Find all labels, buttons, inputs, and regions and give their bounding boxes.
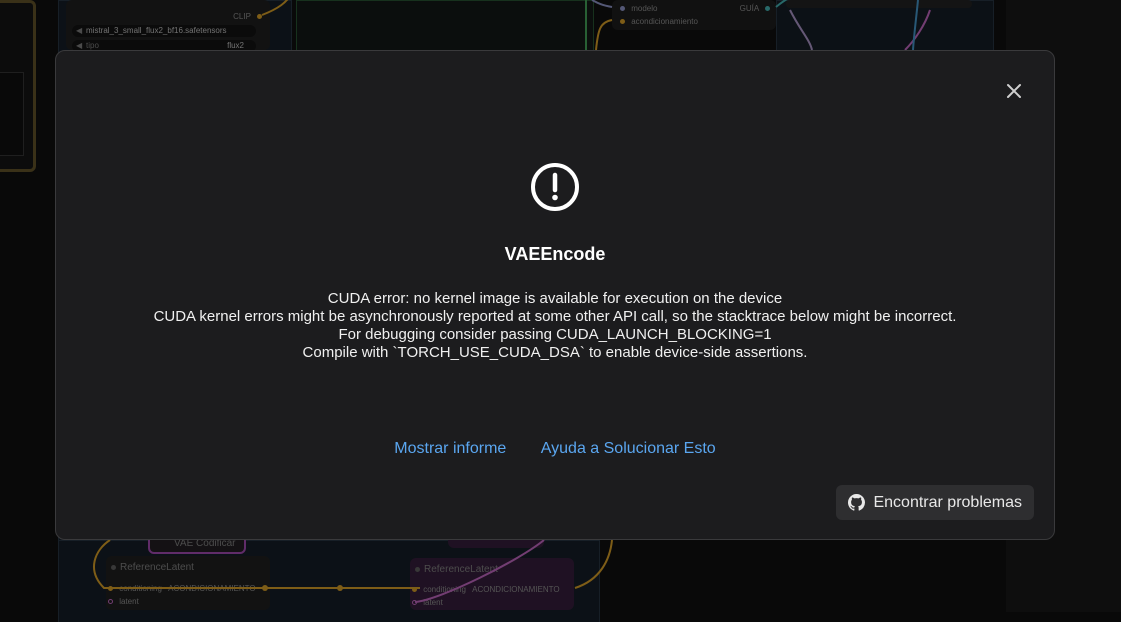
error-dialog: VAEEncode CUDA error: no kernel image is…	[55, 50, 1055, 540]
find-issues-button[interactable]: Encontrar problemas	[836, 485, 1034, 520]
error-message-line: For debugging consider passing CUDA_LAUN…	[338, 326, 772, 343]
error-message-line: CUDA error: no kernel image is available…	[327, 290, 783, 307]
alert-circle-icon	[531, 163, 579, 211]
find-issues-label: Encontrar problemas	[873, 494, 1022, 511]
show-report-link[interactable]: Mostrar informe	[394, 440, 506, 457]
error-title: VAEEncode	[504, 244, 606, 264]
error-message-line: CUDA kernel errors might be asynchronous…	[153, 308, 957, 325]
error-message-line: Compile with `TORCH_USE_CUDA_DSA` to ena…	[302, 344, 808, 361]
help-fix-link[interactable]: Ayuda a Solucionar Esto	[541, 440, 716, 457]
error-message: CUDA error: no kernel image is available…	[56, 290, 1054, 362]
dialog-links: Mostrar informe Ayuda a Solucionar Esto	[56, 440, 1054, 458]
github-icon	[848, 494, 866, 511]
close-button[interactable]	[1002, 79, 1026, 103]
close-icon[interactable]	[1002, 79, 1026, 103]
